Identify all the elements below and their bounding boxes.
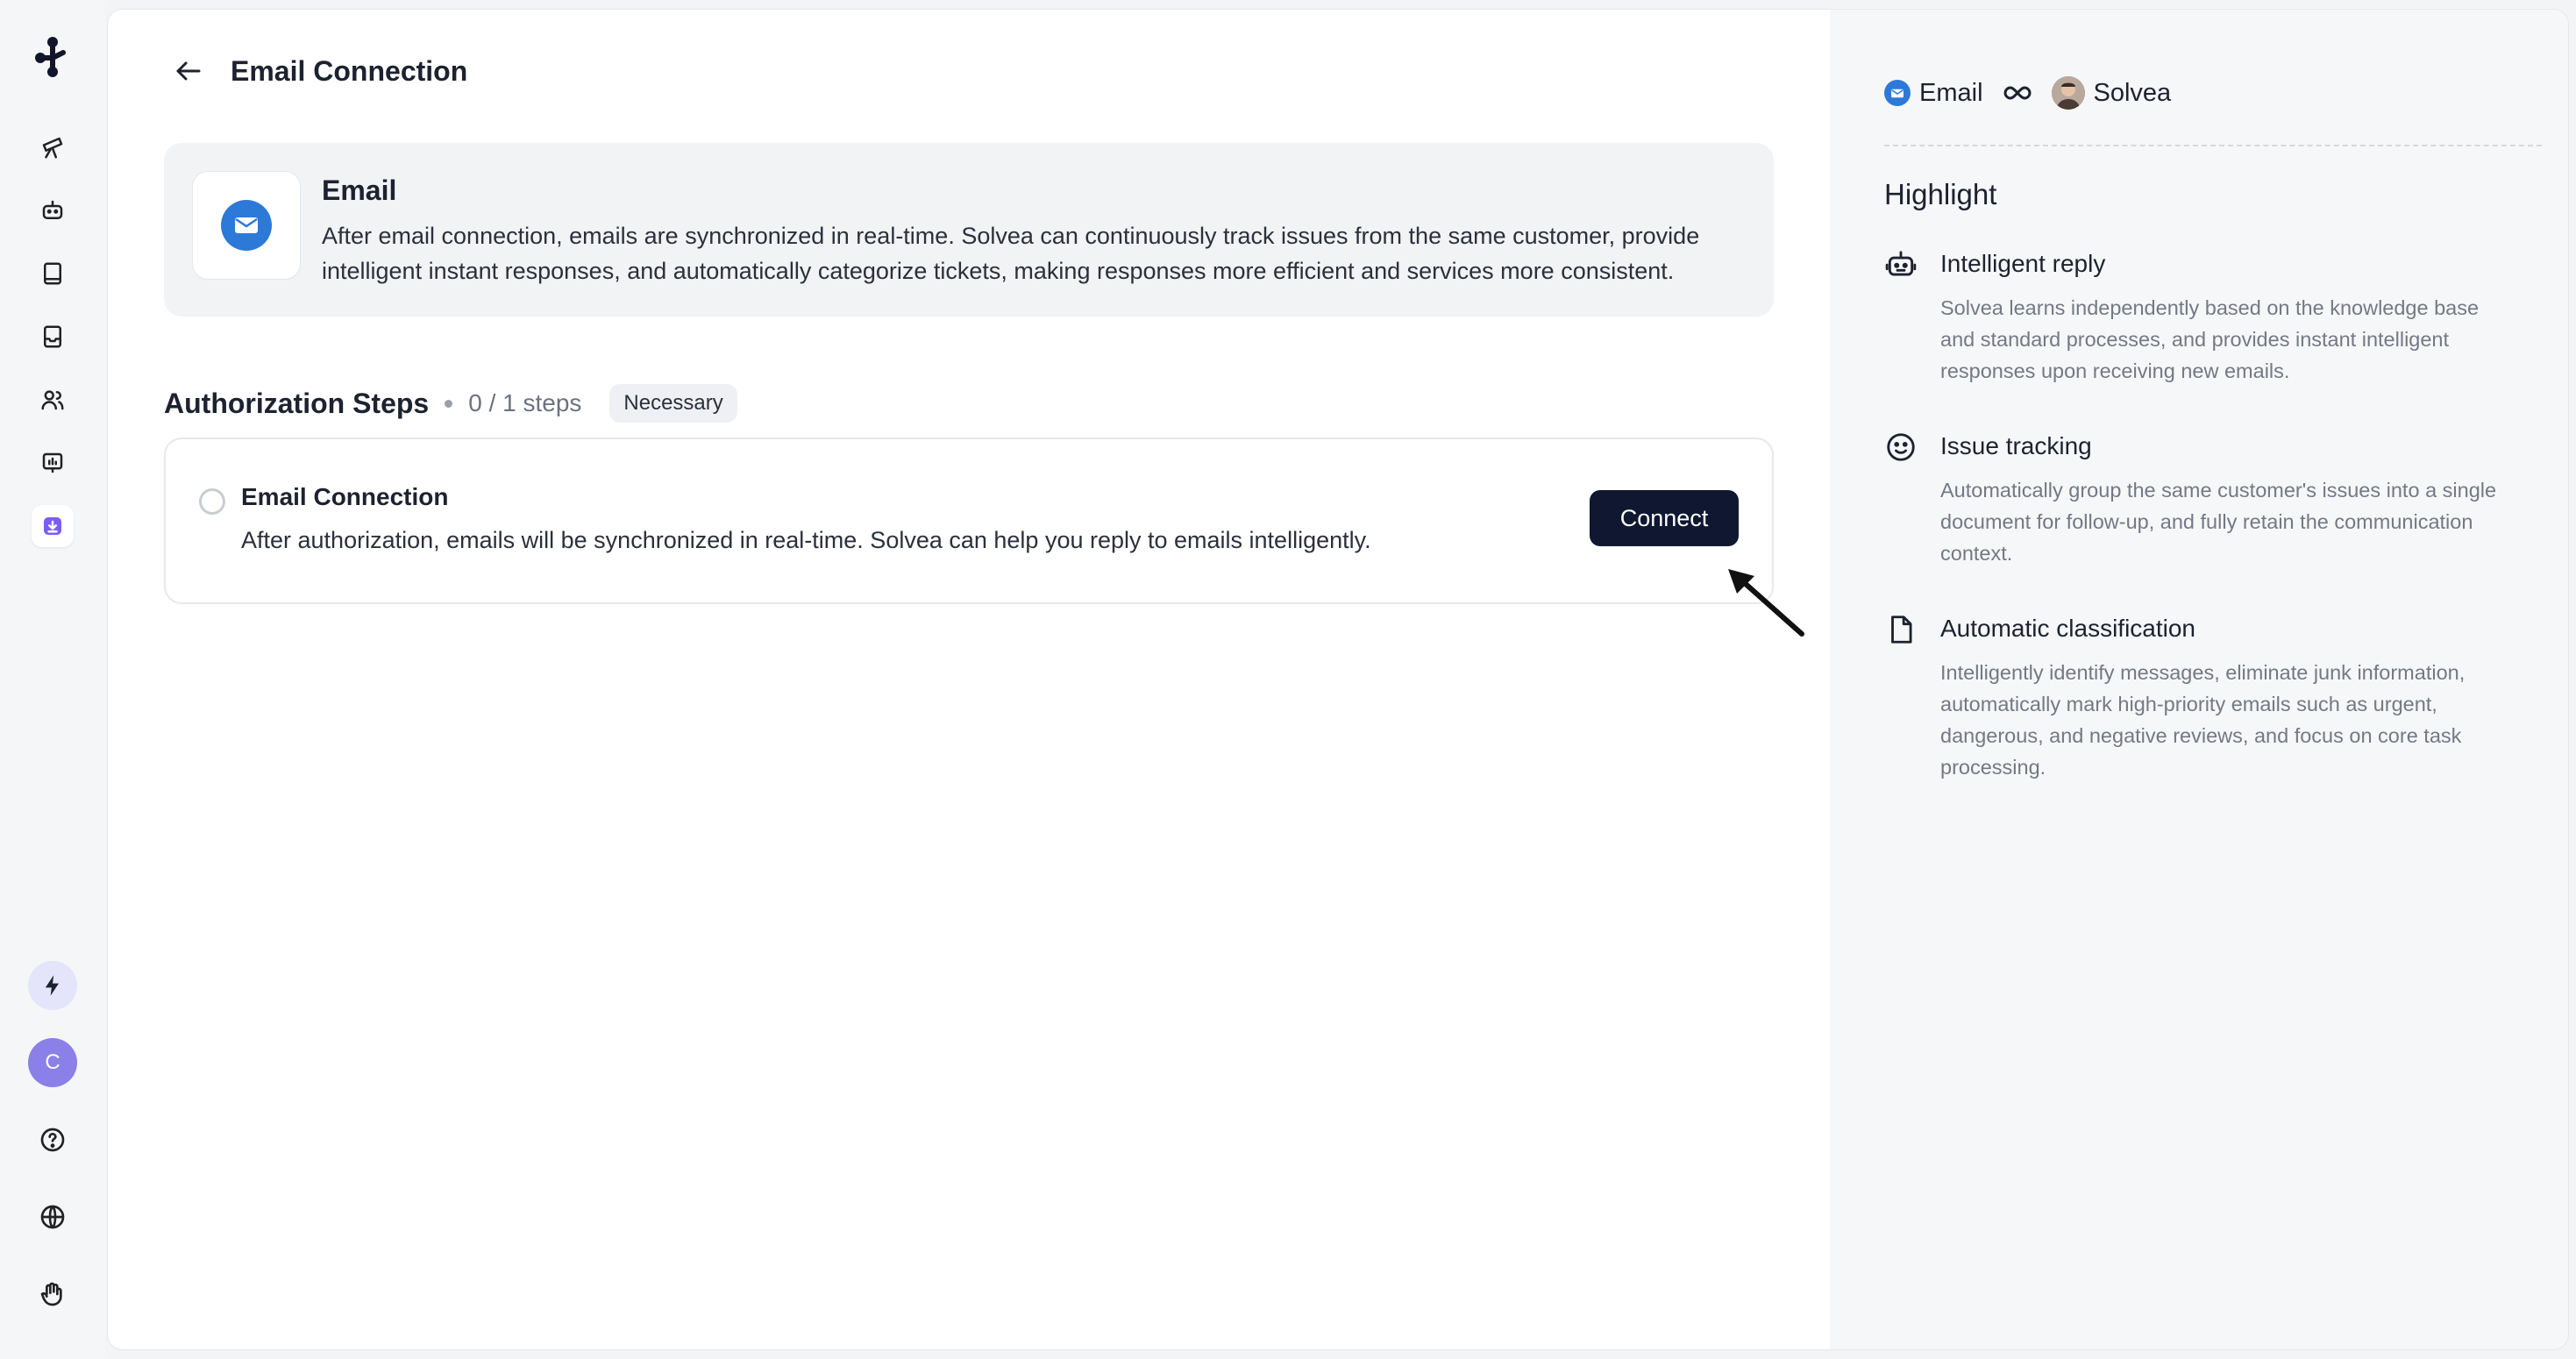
upgrade-button[interactable] (28, 961, 77, 1010)
necessary-badge: Necessary (609, 384, 737, 423)
nav-agent[interactable] (32, 189, 74, 231)
page-header: Email Connection (171, 45, 467, 97)
nav-inbox[interactable] (32, 316, 74, 358)
solvea-avatar (2051, 76, 2085, 110)
highlight-item-description: Solvea learns independently based on the… (1940, 296, 2480, 382)
nav-knowledge[interactable] (32, 253, 74, 295)
highlight-item-description: Automatically group the same customer's … (1940, 479, 2497, 565)
inbox-icon (44, 325, 61, 348)
step-card: Email Connection After authorization, em… (164, 438, 1774, 604)
step-title: Email Connection (241, 483, 449, 510)
main-content: Email Connection Email After email conne… (108, 10, 1830, 1349)
users-icon (41, 390, 64, 410)
divider (1884, 145, 2542, 146)
chart-icon (42, 452, 63, 473)
source-label: Email (1919, 78, 1983, 107)
step-status-radio (199, 488, 225, 515)
highlight-title: Highlight (1884, 178, 1997, 210)
main-card: Email Connection Email After email conne… (107, 9, 2569, 1350)
robot-icon (42, 200, 63, 219)
user-avatar[interactable]: C (28, 1038, 77, 1087)
connection-pair: Email Solvea (1884, 71, 2171, 115)
highlight-item-title: Intelligent reply (1940, 250, 2106, 277)
book-icon (44, 262, 61, 285)
telescope-icon (42, 137, 63, 159)
email-icon (221, 200, 272, 251)
steps-count: 0 / 1 steps (468, 389, 582, 416)
page-title: Email Connection (231, 54, 468, 87)
robot-icon (1885, 251, 1917, 276)
back-button[interactable] (171, 53, 206, 89)
nav-campaigns[interactable] (32, 126, 74, 168)
nav-rail: C (0, 0, 105, 1359)
separator-dot (445, 399, 453, 408)
email-icon (1884, 80, 1911, 106)
channel-info-box: Email After email connection, emails are… (164, 143, 1774, 317)
language-button[interactable] (33, 1198, 72, 1236)
app-logo[interactable] (33, 35, 72, 79)
steps-header: Authorization Steps 0 / 1 steps Necessar… (164, 381, 737, 425)
pointer-arrow-icon (1728, 569, 1804, 637)
arrow-left-icon (176, 61, 201, 81)
nav-integrations[interactable] (32, 505, 74, 547)
channel-logo (192, 171, 301, 280)
target-label: Solvea (2093, 78, 2172, 107)
smile-icon (1887, 433, 1915, 461)
help-button[interactable] (33, 1121, 72, 1159)
connect-button[interactable]: Connect (1590, 490, 1739, 546)
channel-description: After email connection, emails are synch… (322, 223, 1700, 284)
highlight-item-title: Automatic classification (1940, 615, 2196, 642)
globe-icon (40, 1205, 65, 1229)
steps-title: Authorization Steps (164, 387, 430, 419)
nav-customers[interactable] (32, 379, 74, 421)
highlight-item-description: Intelligently identify messages, elimina… (1940, 661, 2466, 779)
infinity-icon (2003, 86, 2032, 100)
feedback-button[interactable] (33, 1275, 72, 1313)
nav-analytics[interactable] (32, 442, 74, 484)
highlight-item-title: Issue tracking (1940, 432, 2092, 459)
channel-name: Email (322, 174, 397, 206)
hand-icon (40, 1282, 62, 1306)
highlight-panel: Email Solvea Highlight Intelligent reply… (1830, 10, 2568, 1349)
download-box-icon (44, 517, 61, 535)
step-description: After authorization, emails will be sync… (241, 527, 1371, 553)
bolt-icon (45, 975, 59, 996)
file-icon (1891, 615, 1912, 644)
help-icon (40, 1128, 65, 1152)
avatar-initial: C (45, 1050, 60, 1074)
